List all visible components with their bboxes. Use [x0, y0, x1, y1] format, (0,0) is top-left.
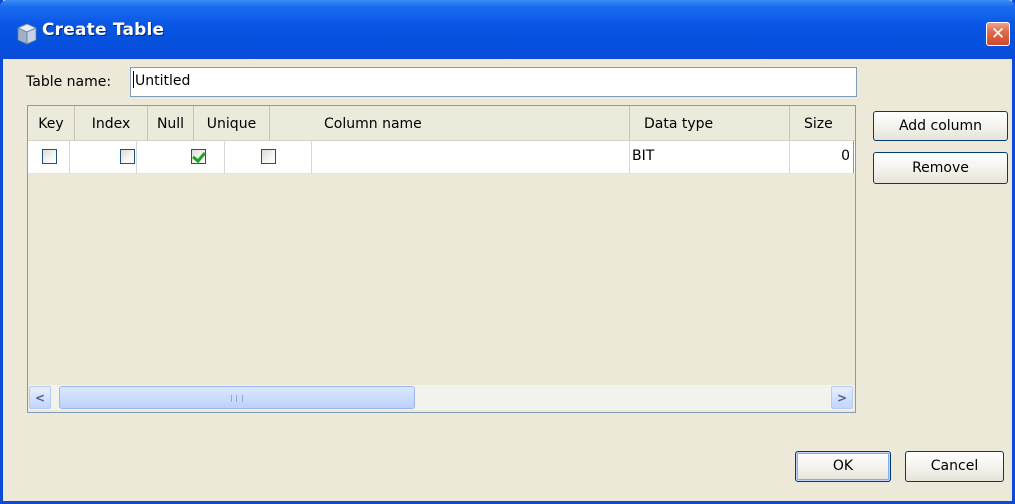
table-name-input[interactable]: Untitled	[130, 67, 857, 97]
title-bar[interactable]: Create Table ✕	[0, 0, 1015, 59]
cell-index	[70, 141, 137, 173]
header-data-type[interactable]: Data type	[630, 106, 790, 140]
cancel-button[interactable]: Cancel	[905, 451, 1004, 482]
index-checkbox[interactable]	[120, 149, 135, 164]
chevron-right-icon: >	[836, 391, 848, 405]
null-checkbox[interactable]	[191, 149, 206, 164]
ok-button[interactable]: OK	[795, 451, 891, 482]
table-cube-icon	[17, 23, 37, 45]
chevron-left-icon: <	[34, 391, 46, 405]
cell-unique	[225, 141, 312, 173]
table-row[interactable]: BIT 0	[28, 141, 855, 174]
remove-button[interactable]: Remove	[873, 152, 1008, 184]
cell-null	[137, 141, 225, 173]
scrollbar-thumb[interactable]	[59, 386, 415, 409]
text-caret	[133, 71, 134, 88]
header-null[interactable]: Null	[148, 106, 194, 140]
size-value: 0	[841, 148, 850, 164]
grip-icon	[231, 395, 243, 402]
columns-table: Key Index Null Unique Column name Data t…	[27, 105, 856, 413]
add-column-button[interactable]: Add column	[873, 111, 1008, 141]
close-icon: ✕	[990, 24, 1006, 44]
header-key[interactable]: Key	[28, 106, 75, 140]
header-size[interactable]: Size	[790, 106, 855, 140]
data-type-value: BIT	[632, 148, 655, 164]
key-checkbox[interactable]	[42, 149, 57, 164]
header-column-name[interactable]: Column name	[270, 106, 630, 140]
table-name-value: Untitled	[135, 73, 191, 89]
table-name-label: Table name:	[26, 74, 112, 90]
create-table-dialog: Create Table ✕ Table name: Untitled Key …	[0, 0, 1015, 504]
cell-size[interactable]: 0	[790, 141, 854, 173]
scroll-left-button[interactable]: <	[29, 386, 51, 409]
scroll-right-button[interactable]: >	[831, 386, 853, 409]
horizontal-scrollbar[interactable]: < >	[29, 385, 854, 410]
cell-key	[28, 141, 70, 173]
close-button[interactable]: ✕	[986, 22, 1010, 46]
unique-checkbox[interactable]	[261, 149, 276, 164]
header-unique[interactable]: Unique	[194, 106, 270, 140]
header-index[interactable]: Index	[75, 106, 148, 140]
table-header: Key Index Null Unique Column name Data t…	[28, 106, 855, 141]
cell-data-type[interactable]: BIT	[630, 141, 790, 173]
cell-column-name[interactable]	[312, 141, 630, 173]
dialog-title: Create Table	[42, 20, 165, 40]
